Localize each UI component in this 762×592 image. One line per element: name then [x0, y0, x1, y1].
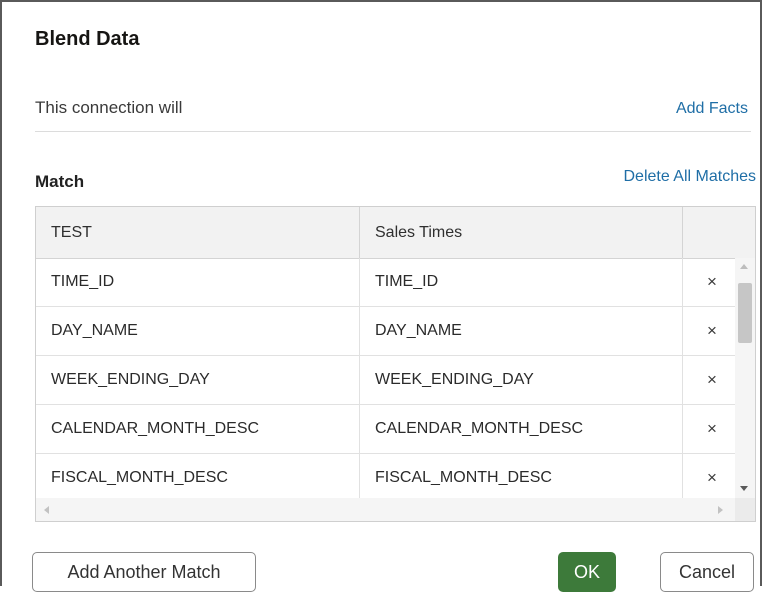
left-column-cell[interactable]: DAY_NAME [36, 307, 360, 355]
match-grid: TEST Sales Times TIME_ID TIME_ID × DAY_N… [35, 206, 756, 522]
left-column-cell[interactable]: FISCAL_MONTH_DESC [36, 454, 360, 498]
right-column-cell[interactable]: DAY_NAME [360, 307, 683, 355]
left-column-cell[interactable]: CALENDAR_MONTH_DESC [36, 405, 360, 453]
grid-rows: TIME_ID TIME_ID × DAY_NAME DAY_NAME × WE… [36, 258, 735, 498]
grid-header: TEST Sales Times [36, 207, 755, 259]
left-column-cell[interactable]: TIME_ID [36, 258, 360, 306]
scroll-left-icon[interactable] [44, 506, 49, 514]
remove-match-icon[interactable]: × [698, 356, 726, 404]
delete-all-matches-link[interactable]: Delete All Matches [623, 168, 756, 186]
table-row: WEEK_ENDING_DAY WEEK_ENDING_DAY × [36, 356, 735, 405]
horizontal-scrollbar[interactable] [36, 498, 735, 521]
right-column-cell[interactable]: FISCAL_MONTH_DESC [360, 454, 683, 498]
scroll-right-icon[interactable] [718, 506, 723, 514]
table-row: DAY_NAME DAY_NAME × [36, 307, 735, 356]
table-row: CALENDAR_MONTH_DESC CALENDAR_MONTH_DESC … [36, 405, 735, 454]
ok-button[interactable]: OK [558, 552, 616, 592]
column-header-actions [683, 207, 755, 258]
remove-match-icon[interactable]: × [698, 454, 726, 498]
add-facts-link[interactable]: Add Facts [676, 100, 748, 118]
match-section-label: Match [35, 172, 85, 191]
connection-label: This connection will [35, 98, 183, 117]
table-row: FISCAL_MONTH_DESC FISCAL_MONTH_DESC × [36, 454, 735, 498]
remove-match-icon[interactable]: × [698, 258, 726, 306]
section-divider [35, 131, 751, 132]
right-column-cell[interactable]: TIME_ID [360, 258, 683, 306]
right-column-cell[interactable]: CALENDAR_MONTH_DESC [360, 405, 683, 453]
vertical-scroll-thumb[interactable] [738, 283, 752, 343]
vertical-scrollbar[interactable] [735, 258, 755, 498]
scrollbar-corner [735, 498, 755, 521]
remove-match-icon[interactable]: × [698, 307, 726, 355]
add-another-match-button[interactable]: Add Another Match [32, 552, 256, 592]
right-column-cell[interactable]: WEEK_ENDING_DAY [360, 356, 683, 404]
blend-data-dialog: Blend Data This connection will Add Fact… [0, 0, 762, 592]
left-column-cell[interactable]: WEEK_ENDING_DAY [36, 356, 360, 404]
column-header-test: TEST [36, 207, 360, 258]
cancel-button[interactable]: Cancel [660, 552, 754, 592]
scroll-down-icon[interactable] [740, 486, 748, 491]
table-row: TIME_ID TIME_ID × [36, 258, 735, 307]
column-header-sales-times: Sales Times [360, 207, 683, 258]
remove-match-icon[interactable]: × [698, 405, 726, 453]
dialog-title: Blend Data [35, 28, 140, 50]
scroll-up-icon[interactable] [740, 264, 748, 269]
